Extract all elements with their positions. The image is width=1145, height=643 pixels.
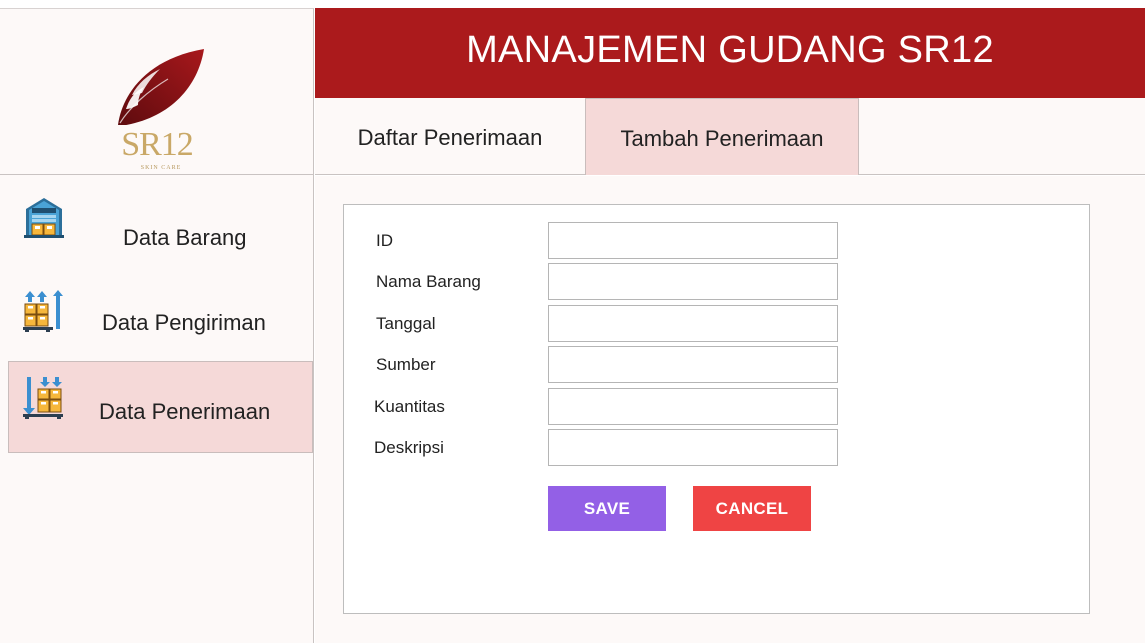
sidebar-item-data-barang[interactable]: Data Barang [0, 185, 312, 277]
sidebar: SR12 SKIN CARE Data Barang Data Pengirim… [0, 8, 314, 643]
tanggal-field[interactable] [548, 305, 838, 342]
sidebar-item-data-pengiriman[interactable]: Data Pengiriman [0, 277, 312, 369]
logo-area: SR12 SKIN CARE [0, 9, 314, 175]
sumber-label: Sumber [376, 355, 436, 374]
kuantitas-field[interactable] [548, 388, 838, 425]
save-button[interactable]: SAVE [548, 486, 666, 531]
tanggal-label: Tanggal [376, 314, 436, 333]
deskripsi-label: Deskripsi [374, 438, 444, 457]
sumber-field[interactable] [548, 346, 838, 383]
app-header: MANAJEMEN GUDANG SR12 [315, 8, 1145, 98]
sidebar-item-label: Data Barang [123, 225, 247, 250]
leaf-logo-icon [118, 49, 204, 125]
sidebar-item-data-penerimaan[interactable]: Data Penerimaan [8, 361, 313, 453]
sidebar-item-label: Data Penerimaan [99, 399, 271, 424]
cancel-button[interactable]: CANCEL [693, 486, 811, 531]
boxes-up-arrows-icon [23, 290, 63, 332]
warehouse-icon [24, 198, 64, 238]
page-title: MANAJEMEN GUDANG SR12 [466, 29, 994, 71]
id-field[interactable] [548, 222, 838, 259]
kuantitas-label: Kuantitas [374, 397, 445, 416]
form-panel: ID Nama Barang Tanggal Sumber Kuantitas … [343, 204, 1090, 614]
logo-sub-text: SKIN CARE [140, 165, 182, 171]
tab-daftar-penerimaan[interactable]: Daftar Penerimaan [315, 98, 585, 175]
id-label: ID [376, 231, 393, 250]
tab-tambah-penerimaan[interactable]: Tambah Penerimaan [585, 98, 859, 175]
nama-barang-field[interactable] [548, 263, 838, 300]
main-content: ID Nama Barang Tanggal Sumber Kuantitas … [315, 176, 1145, 643]
nama-barang-label: Nama Barang [376, 272, 481, 291]
boxes-down-arrows-icon [23, 377, 63, 419]
app-window: SR12 SKIN CARE Data Barang Data Pengirim… [0, 0, 1145, 643]
deskripsi-field[interactable] [548, 429, 838, 466]
sidebar-item-label: Data Pengiriman [102, 310, 266, 335]
logo-brand-text: SR12 [121, 126, 194, 163]
tab-bar: Daftar Penerimaan Tambah Penerimaan [315, 98, 1145, 175]
